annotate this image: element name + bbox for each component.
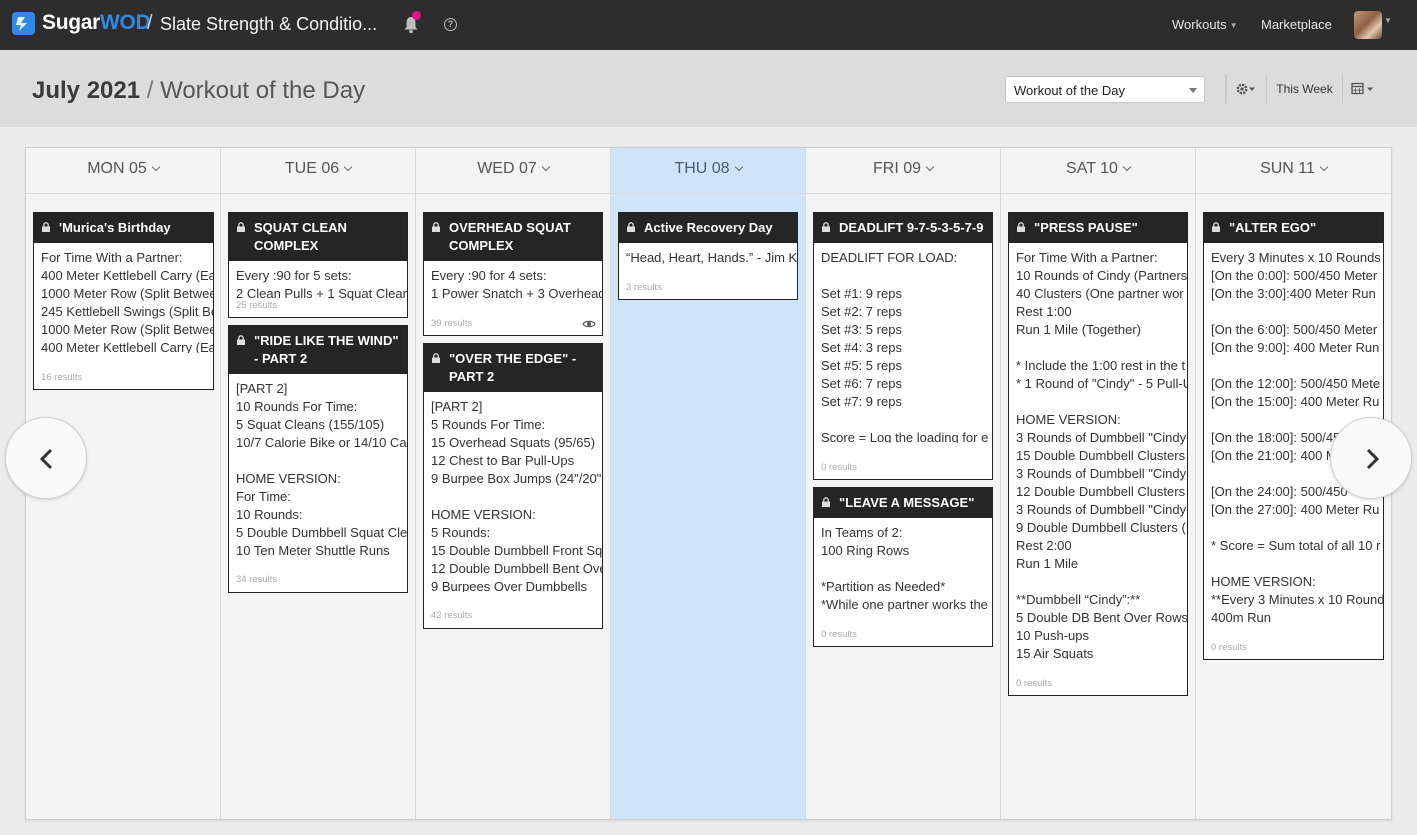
results-count[interactable]: 0 results bbox=[821, 462, 857, 473]
eye-icon[interactable] bbox=[582, 319, 596, 329]
sugarwod-logo-icon[interactable] bbox=[12, 12, 35, 35]
workout-description: “Head, Heart, Hands.” - Jim K bbox=[626, 250, 797, 265]
workout-card[interactable]: SQUAT CLEAN COMPLEX Every :90 for 5 sets… bbox=[228, 212, 408, 318]
next-week-button[interactable] bbox=[1330, 417, 1412, 499]
workout-title[interactable]: "OVER THE EDGE" - PART 2 bbox=[424, 344, 602, 392]
chevron-down-icon bbox=[343, 162, 353, 172]
workout-title[interactable]: Active Recovery Day bbox=[619, 213, 797, 243]
lock-icon bbox=[237, 335, 245, 345]
previous-week-button[interactable] bbox=[5, 417, 87, 499]
brand-name[interactable]: SugarWOD bbox=[42, 11, 151, 35]
results-count[interactable]: 0 results bbox=[1016, 678, 1052, 689]
workout-title[interactable]: "PRESS PAUSE" bbox=[1009, 213, 1187, 243]
gear-icon bbox=[1236, 83, 1255, 95]
chevron-down-icon bbox=[734, 162, 743, 172]
workout-description: Every :90 for 4 sets: 1 Power Snatch + 3… bbox=[431, 268, 602, 301]
lock-icon bbox=[1017, 222, 1025, 232]
results-count[interactable]: 34 results bbox=[236, 574, 277, 585]
chevron-down-icon bbox=[1319, 162, 1329, 172]
chevron-right-icon bbox=[1366, 448, 1380, 470]
workout-card[interactable]: "LEAVE A MESSAGE" In Teams of 2: 100 Rin… bbox=[813, 487, 993, 647]
workout-description: For Time With a Partner: 400 Meter Kettl… bbox=[41, 250, 213, 353]
results-count[interactable]: 3 results bbox=[626, 282, 662, 293]
lock-icon bbox=[237, 222, 245, 232]
nav-workouts-menu[interactable]: Workouts ▼ bbox=[1172, 17, 1238, 32]
top-navbar: SugarWOD / Slate Strength & Conditio... … bbox=[0, 0, 1417, 50]
day-column-fri: FRI 09 DEADLIFT 9-7-5-3-5-7-9 DEADLIFT F… bbox=[806, 148, 1001, 819]
calendar-icon bbox=[1351, 82, 1373, 95]
title-separator: / bbox=[146, 77, 154, 104]
workout-card[interactable]: OVERHEAD SQUAT COMPLEX Every :90 for 4 s… bbox=[423, 212, 603, 336]
day-header[interactable]: WED 07 bbox=[416, 148, 610, 194]
page-title: July 2021 / Workout of the Day bbox=[32, 77, 365, 105]
results-count[interactable]: 16 results bbox=[41, 372, 82, 383]
nav-marketplace-link[interactable]: Marketplace bbox=[1261, 17, 1332, 32]
track-select[interactable]: Workout of the Day bbox=[1005, 76, 1205, 103]
workout-description: Every :90 for 5 sets: 2 Clean Pulls + 1 … bbox=[236, 268, 407, 301]
workout-title[interactable]: "LEAVE A MESSAGE" bbox=[814, 488, 992, 518]
lock-icon bbox=[627, 222, 635, 232]
workout-description: DEADLIFT FOR LOAD: Set #1: 9 reps Set #2… bbox=[821, 250, 989, 443]
workout-card[interactable]: "OVER THE EDGE" - PART 2 [PART 2] 5 Roun… bbox=[423, 343, 603, 629]
track-select-value: Workout of the Day bbox=[1014, 83, 1126, 98]
calendar-picker-button[interactable] bbox=[1343, 75, 1385, 103]
day-header[interactable]: TUE 06 bbox=[221, 148, 415, 194]
chevron-down-icon bbox=[1122, 162, 1132, 172]
workout-description: [PART 2] 5 Rounds For Time: 15 Overhead … bbox=[431, 399, 602, 592]
day-column-sat: SAT 10 "PRESS PAUSE" For Time With a Par… bbox=[1001, 148, 1196, 819]
day-header[interactable]: MON 05 bbox=[26, 148, 220, 194]
chevron-down-icon bbox=[151, 162, 161, 172]
results-count[interactable]: 39 results bbox=[431, 318, 472, 329]
workout-description: For Time With a Partner: 10 Rounds of Ci… bbox=[1016, 250, 1187, 659]
week-calendar: MON 05 'Murica's Birthday For Time With … bbox=[25, 147, 1392, 820]
day-column-tue: TUE 06 SQUAT CLEAN COMPLEX Every :90 for… bbox=[221, 148, 416, 819]
chevron-down-icon[interactable]: ▼ bbox=[1384, 16, 1392, 25]
results-count[interactable]: 0 results bbox=[821, 629, 857, 640]
results-count[interactable]: 25 results bbox=[236, 300, 277, 311]
settings-button[interactable] bbox=[1226, 75, 1267, 103]
workout-title[interactable]: SQUAT CLEAN COMPLEX bbox=[229, 213, 407, 261]
lock-icon bbox=[1212, 222, 1220, 232]
chevron-left-icon bbox=[39, 448, 53, 470]
workout-description: [PART 2] 10 Rounds For Time: 5 Squat Cle… bbox=[236, 381, 407, 556]
day-column-thu: THU 08 Active Recovery Day “Head, Heart,… bbox=[611, 148, 806, 819]
view-controls: This Week bbox=[1225, 74, 1373, 104]
chevron-down-icon bbox=[925, 162, 935, 172]
workout-description: In Teams of 2: 100 Ring Rows *Partition … bbox=[821, 525, 988, 612]
lock-icon bbox=[432, 353, 440, 363]
results-count[interactable]: 0 results bbox=[1211, 642, 1247, 653]
lock-icon bbox=[822, 497, 830, 507]
workout-title[interactable]: OVERHEAD SQUAT COMPLEX bbox=[424, 213, 602, 261]
workout-card[interactable]: 'Murica's Birthday For Time With a Partn… bbox=[33, 212, 214, 390]
chevron-down-icon bbox=[541, 162, 551, 172]
dropdown-arrow-icon bbox=[1189, 88, 1197, 93]
day-header[interactable]: THU 08 bbox=[611, 148, 805, 194]
lock-icon bbox=[42, 222, 50, 232]
user-avatar[interactable] bbox=[1354, 11, 1382, 39]
workout-title[interactable]: "RIDE LIKE THE WIND" - PART 2 bbox=[229, 326, 407, 374]
day-header[interactable]: FRI 09 bbox=[806, 148, 1000, 194]
workout-card[interactable]: "PRESS PAUSE" For Time With a Partner: 1… bbox=[1008, 212, 1188, 696]
lock-icon bbox=[432, 222, 440, 232]
workout-title[interactable]: DEADLIFT 9-7-5-3-5-7-9 bbox=[814, 213, 992, 243]
day-header[interactable]: SAT 10 bbox=[1001, 148, 1195, 194]
this-week-button[interactable]: This Week bbox=[1267, 75, 1343, 103]
brand-separator: / bbox=[147, 12, 153, 34]
help-icon[interactable]: ? bbox=[444, 18, 457, 31]
workout-title[interactable]: 'Murica's Birthday bbox=[34, 213, 213, 243]
day-header[interactable]: SUN 11 bbox=[1196, 148, 1391, 194]
month-label[interactable]: July 2021 bbox=[32, 77, 140, 104]
workout-card[interactable]: "RIDE LIKE THE WIND" - PART 2 [PART 2] 1… bbox=[228, 325, 408, 593]
lock-icon bbox=[822, 222, 830, 232]
day-column-wed: WED 07 OVERHEAD SQUAT COMPLEX Every :90 … bbox=[416, 148, 611, 819]
gym-name-link[interactable]: Slate Strength & Conditio... bbox=[160, 14, 377, 35]
results-count[interactable]: 42 results bbox=[431, 610, 472, 621]
workout-card[interactable]: Active Recovery Day “Head, Heart, Hands.… bbox=[618, 212, 798, 300]
chevron-down-icon: ▼ bbox=[1229, 21, 1238, 31]
notification-dot bbox=[412, 11, 421, 20]
workout-card[interactable]: DEADLIFT 9-7-5-3-5-7-9 DEADLIFT FOR LOAD… bbox=[813, 212, 993, 480]
page-subtitle: Workout of the Day bbox=[160, 77, 366, 104]
workout-title[interactable]: "ALTER EGO" bbox=[1204, 213, 1383, 243]
